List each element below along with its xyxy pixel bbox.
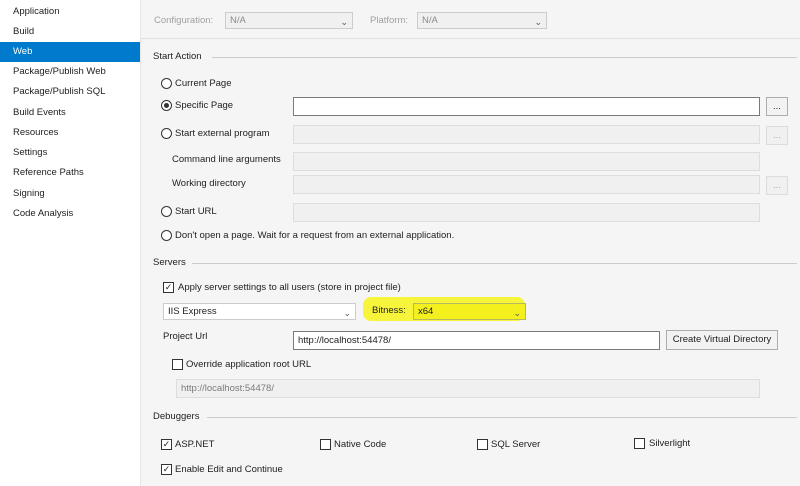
sidebar-item-build-events[interactable]: Build Events bbox=[0, 103, 140, 123]
project-url-label: Project Url bbox=[163, 331, 208, 342]
platform-dropdown[interactable]: N/A ⌄ bbox=[417, 12, 547, 29]
edit-continue-checkbox[interactable]: ✓ bbox=[161, 464, 172, 475]
platform-value: N/A bbox=[422, 15, 438, 26]
sidebar-item-signing[interactable]: Signing bbox=[0, 184, 140, 204]
apply-settings-label: Apply server settings to all users (stor… bbox=[178, 282, 401, 293]
servers-title: Servers bbox=[153, 257, 186, 268]
debuggers-title: Debuggers bbox=[153, 411, 200, 422]
command-line-args-label: Command line arguments bbox=[172, 154, 281, 165]
native-code-checkbox[interactable] bbox=[320, 439, 331, 450]
sidebar-item-build[interactable]: Build bbox=[0, 22, 140, 42]
start-action-title: Start Action bbox=[153, 51, 202, 62]
start-external-label: Start external program bbox=[175, 128, 270, 139]
working-directory-browse-button[interactable]: ... bbox=[766, 176, 788, 195]
working-directory-input[interactable] bbox=[293, 175, 760, 194]
config-divider bbox=[141, 38, 800, 39]
sql-server-label: SQL Server bbox=[491, 439, 541, 450]
sidebar-item-reference-paths[interactable]: Reference Paths bbox=[0, 163, 140, 183]
working-directory-label: Working directory bbox=[172, 178, 246, 189]
start-url-label: Start URL bbox=[175, 206, 217, 217]
chevron-down-icon: ⌄ bbox=[534, 17, 542, 27]
bitness-dropdown[interactable]: x64 ⌄ bbox=[413, 303, 526, 320]
override-root-input[interactable]: http://localhost:54478/ bbox=[176, 379, 760, 398]
servers-line bbox=[192, 263, 797, 264]
current-page-radio[interactable] bbox=[161, 78, 172, 89]
configuration-label: Configuration: bbox=[154, 15, 214, 26]
sidebar-item-resources[interactable]: Resources bbox=[0, 123, 140, 143]
sidebar-item-package-publish-web[interactable]: Package/Publish Web bbox=[0, 62, 140, 82]
command-line-args-input[interactable] bbox=[293, 152, 760, 171]
bitness-label: Bitness: bbox=[372, 305, 406, 316]
active-item-pointer bbox=[133, 44, 140, 60]
create-virtual-directory-button[interactable]: Create Virtual Directory bbox=[666, 330, 778, 350]
current-page-label: Current Page bbox=[175, 78, 232, 89]
sidebar-item-code-analysis[interactable]: Code Analysis bbox=[0, 204, 140, 224]
chevron-down-icon: ⌄ bbox=[513, 308, 521, 318]
aspnet-label: ASP.NET bbox=[175, 439, 215, 450]
configuration-value: N/A bbox=[230, 15, 246, 26]
bitness-value: x64 bbox=[418, 306, 434, 317]
start-external-radio[interactable] bbox=[161, 128, 172, 139]
sidebar-item-web[interactable]: Web bbox=[0, 42, 140, 62]
silverlight-checkbox[interactable] bbox=[634, 438, 645, 449]
specific-page-radio[interactable] bbox=[161, 100, 172, 111]
apply-settings-checkbox[interactable]: ✓ bbox=[163, 282, 174, 293]
start-action-line bbox=[212, 57, 797, 58]
external-program-browse-button[interactable]: ... bbox=[766, 126, 788, 145]
debuggers-line bbox=[207, 417, 797, 418]
configuration-dropdown[interactable]: N/A ⌄ bbox=[225, 12, 353, 29]
project-url-input[interactable]: http://localhost:54478/ bbox=[293, 331, 660, 350]
sql-server-checkbox[interactable] bbox=[477, 439, 488, 450]
specific-page-label: Specific Page bbox=[175, 100, 234, 111]
dont-open-label: Don't open a page. Wait for a request fr… bbox=[175, 230, 455, 241]
dont-open-radio[interactable] bbox=[161, 230, 172, 241]
sidebar-item-application[interactable]: Application bbox=[0, 2, 140, 22]
server-value: IIS Express bbox=[168, 306, 217, 317]
platform-label: Platform: bbox=[370, 15, 409, 26]
web-properties-panel: Configuration: N/A ⌄ Platform: N/A ⌄ Sta… bbox=[141, 0, 800, 486]
server-dropdown[interactable]: IIS Express ⌄ bbox=[163, 303, 356, 320]
chevron-down-icon: ⌄ bbox=[340, 17, 348, 27]
sidebar: Application Build Web Package/Publish We… bbox=[0, 0, 140, 486]
sidebar-item-settings[interactable]: Settings bbox=[0, 143, 140, 163]
external-program-input[interactable] bbox=[293, 125, 760, 144]
edit-continue-label: Enable Edit and Continue bbox=[175, 464, 283, 475]
start-url-radio[interactable] bbox=[161, 206, 172, 217]
aspnet-checkbox[interactable]: ✓ bbox=[161, 439, 172, 450]
silverlight-label: Silverlight bbox=[649, 438, 691, 449]
override-root-checkbox[interactable] bbox=[172, 359, 183, 370]
native-code-label: Native Code bbox=[334, 439, 387, 450]
specific-page-browse-button[interactable]: ... bbox=[766, 97, 788, 116]
override-root-label: Override application root URL bbox=[186, 359, 312, 370]
start-url-input[interactable] bbox=[293, 203, 760, 222]
sidebar-item-package-publish-sql[interactable]: Package/Publish SQL bbox=[0, 82, 140, 102]
chevron-down-icon: ⌄ bbox=[343, 308, 351, 318]
specific-page-input[interactable] bbox=[293, 97, 760, 116]
